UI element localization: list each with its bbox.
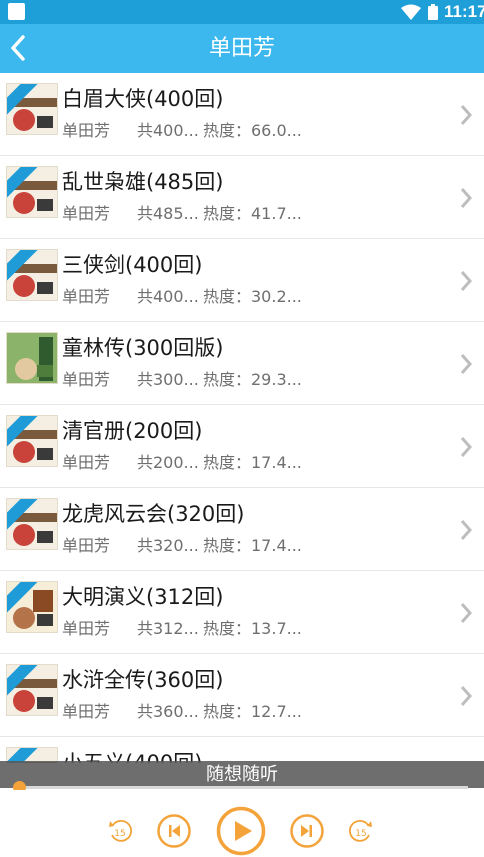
album-heat: 热度：17.4... <box>203 536 302 555</box>
album-title: 三侠剑(400回) <box>62 253 203 277</box>
progress-bar[interactable] <box>13 781 468 794</box>
list-item[interactable]: 龙虎风云会(320回) 单田芳 共320... 热度：17.4... <box>0 488 484 571</box>
album-heat: 热度：13.7... <box>203 619 302 638</box>
album-cover-image <box>6 498 58 550</box>
svg-text:15: 15 <box>114 829 125 839</box>
list-item[interactable]: 三侠剑(400回) 单田芳 共400... 热度：30.2... <box>0 239 484 322</box>
forward-15-icon[interactable]: 15 <box>349 818 373 844</box>
battery-icon <box>428 4 438 20</box>
album-cover-image <box>6 581 58 633</box>
wifi-icon <box>401 4 421 20</box>
chevron-right-icon <box>460 437 473 457</box>
album-author: 单田芳 <box>62 619 111 638</box>
album-cover-image <box>6 249 58 301</box>
album-cover-image <box>6 83 58 135</box>
album-author: 单田芳 <box>62 453 111 472</box>
album-title: 童林传(300回版) <box>62 336 224 360</box>
page-title: 单田芳 <box>208 36 275 61</box>
chevron-right-icon <box>460 520 473 540</box>
album-author: 单田芳 <box>62 287 111 306</box>
previous-icon[interactable] <box>157 814 191 848</box>
album-title: 龙虎风云会(320回) <box>62 502 245 526</box>
album-cover-image <box>6 415 58 467</box>
album-heat: 热度：29.3... <box>203 370 302 389</box>
album-episodes: 共400... <box>137 121 199 140</box>
album-title: 大明演义(312回) <box>62 585 224 609</box>
album-episodes: 共400... <box>137 287 199 306</box>
album-episodes: 共485... <box>137 204 199 223</box>
list-item[interactable]: 童林传(300回版) 单田芳 共300... 热度：29.3... <box>0 322 484 405</box>
list-item[interactable]: 白眉大侠(400回) 单田芳 共400... 热度：66.0... <box>0 73 484 156</box>
player-controls: 15 15 <box>0 790 484 857</box>
chevron-right-icon <box>460 271 473 291</box>
album-list[interactable]: 白眉大侠(400回) 单田芳 共400... 热度：66.0... 乱世枭雄(4… <box>0 73 484 763</box>
chevron-right-icon <box>460 188 473 208</box>
now-playing-title[interactable]: 随想随听 <box>0 761 484 788</box>
album-heat: 热度：12.7... <box>203 702 302 721</box>
album-heat: 热度：30.2... <box>203 287 302 306</box>
album-episodes: 共312... <box>137 619 199 638</box>
album-author: 单田芳 <box>62 702 111 721</box>
chevron-right-icon <box>460 686 473 706</box>
clock: 11:17 <box>444 2 484 21</box>
album-heat: 热度：17.4... <box>203 453 302 472</box>
list-item[interactable]: 清官册(200回) 单田芳 共200... 热度：17.4... <box>0 405 484 488</box>
svg-text:15: 15 <box>355 829 366 839</box>
album-author: 单田芳 <box>62 121 111 140</box>
album-heat: 热度：66.0... <box>203 121 302 140</box>
album-cover-image <box>6 664 58 716</box>
list-item[interactable]: 乱世枭雄(485回) 单田芳 共485... 热度：41.7... <box>0 156 484 239</box>
list-item[interactable]: 小五义(400回) <box>0 737 484 763</box>
album-cover-image <box>6 166 58 218</box>
album-author: 单田芳 <box>62 536 111 555</box>
next-icon[interactable] <box>290 814 324 848</box>
list-item[interactable]: 大明演义(312回) 单田芳 共312... 热度：13.7... <box>0 571 484 654</box>
album-heat: 热度：41.7... <box>203 204 302 223</box>
album-episodes: 共200... <box>137 453 199 472</box>
album-author: 单田芳 <box>62 204 111 223</box>
app-icon <box>8 3 25 20</box>
chevron-right-icon <box>460 603 473 623</box>
chevron-right-icon <box>460 354 473 374</box>
album-episodes: 共300... <box>137 370 199 389</box>
play-icon[interactable] <box>216 806 266 856</box>
album-title: 白眉大侠(400回) <box>62 87 224 111</box>
app-bar: 单田芳 <box>0 24 484 73</box>
album-title: 清官册(200回) <box>62 419 203 443</box>
album-author: 单田芳 <box>62 370 111 389</box>
list-item[interactable]: 水浒全传(360回) 单田芳 共360... 热度：12.7... <box>0 654 484 737</box>
album-title: 乱世枭雄(485回) <box>62 170 224 194</box>
chevron-right-icon <box>460 105 473 125</box>
album-episodes: 共360... <box>137 702 199 721</box>
album-title: 水浒全传(360回) <box>62 668 224 692</box>
album-episodes: 共320... <box>137 536 199 555</box>
status-bar: 11:17 <box>0 0 484 24</box>
rewind-15-icon[interactable]: 15 <box>108 818 132 844</box>
album-cover-image <box>6 332 58 384</box>
